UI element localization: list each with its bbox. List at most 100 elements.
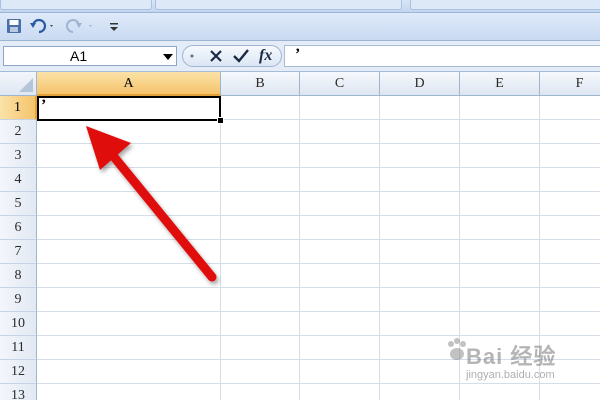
cell-d6[interactable] bbox=[380, 216, 460, 240]
cell-a2[interactable] bbox=[37, 120, 221, 144]
cell-f4[interactable] bbox=[540, 168, 600, 192]
ribbon-tab-3[interactable] bbox=[410, 0, 600, 10]
row-header-11[interactable]: 11 bbox=[0, 336, 37, 360]
resize-handle-icon[interactable] bbox=[187, 50, 197, 62]
cell-e4[interactable] bbox=[460, 168, 540, 192]
row-header-10[interactable]: 10 bbox=[0, 312, 37, 336]
cell-f2[interactable] bbox=[540, 120, 600, 144]
cell-d1[interactable] bbox=[380, 96, 460, 120]
cell-b5[interactable] bbox=[221, 192, 300, 216]
cell-a5[interactable] bbox=[37, 192, 221, 216]
cell-b11[interactable] bbox=[221, 336, 300, 360]
cell-a10[interactable] bbox=[37, 312, 221, 336]
cell-e2[interactable] bbox=[460, 120, 540, 144]
row-header-4[interactable]: 4 bbox=[0, 168, 37, 192]
column-header-f[interactable]: F bbox=[540, 72, 600, 96]
cell-f3[interactable] bbox=[540, 144, 600, 168]
row-header-12[interactable]: 12 bbox=[0, 360, 37, 384]
cell-e7[interactable] bbox=[460, 240, 540, 264]
row-header-8[interactable]: 8 bbox=[0, 264, 37, 288]
cell-b8[interactable] bbox=[221, 264, 300, 288]
row-header-13[interactable]: 13 bbox=[0, 384, 37, 400]
cell-b3[interactable] bbox=[221, 144, 300, 168]
cell-f7[interactable] bbox=[540, 240, 600, 264]
cell-e8[interactable] bbox=[460, 264, 540, 288]
cell-a6[interactable] bbox=[37, 216, 221, 240]
cell-b10[interactable] bbox=[221, 312, 300, 336]
cell-e1[interactable] bbox=[460, 96, 540, 120]
cell-d3[interactable] bbox=[380, 144, 460, 168]
ribbon-tab-1[interactable] bbox=[0, 0, 152, 10]
cell-d5[interactable] bbox=[380, 192, 460, 216]
cell-a13[interactable] bbox=[37, 384, 221, 400]
cell-c7[interactable] bbox=[300, 240, 380, 264]
cell-b2[interactable] bbox=[221, 120, 300, 144]
cell-c8[interactable] bbox=[300, 264, 380, 288]
cell-e9[interactable] bbox=[460, 288, 540, 312]
cell-f8[interactable] bbox=[540, 264, 600, 288]
cell-c13[interactable] bbox=[300, 384, 380, 400]
cell-d2[interactable] bbox=[380, 120, 460, 144]
select-all-corner[interactable] bbox=[0, 72, 37, 96]
cell-b12[interactable] bbox=[221, 360, 300, 384]
cell-c10[interactable] bbox=[300, 312, 380, 336]
cell-a11[interactable] bbox=[37, 336, 221, 360]
cell-e5[interactable] bbox=[460, 192, 540, 216]
cell-b9[interactable] bbox=[221, 288, 300, 312]
save-icon[interactable] bbox=[6, 18, 22, 34]
insert-function-button[interactable]: fx bbox=[259, 47, 272, 65]
redo-icon[interactable] bbox=[66, 18, 96, 34]
cell-c5[interactable] bbox=[300, 192, 380, 216]
cell-d4[interactable] bbox=[380, 168, 460, 192]
fill-handle[interactable] bbox=[217, 117, 224, 124]
cell-d8[interactable] bbox=[380, 264, 460, 288]
cell-d7[interactable] bbox=[380, 240, 460, 264]
row-header-5[interactable]: 5 bbox=[0, 192, 37, 216]
cell-a4[interactable] bbox=[37, 168, 221, 192]
cell-b1[interactable] bbox=[221, 96, 300, 120]
column-header-a[interactable]: A bbox=[37, 72, 221, 96]
row-header-1[interactable]: 1 bbox=[0, 96, 37, 120]
cell-f5[interactable] bbox=[540, 192, 600, 216]
cell-a3[interactable] bbox=[37, 144, 221, 168]
cell-c6[interactable] bbox=[300, 216, 380, 240]
formula-input[interactable]: ’ bbox=[284, 45, 600, 67]
active-cell-a1[interactable]: ’ bbox=[37, 96, 221, 121]
cell-f1[interactable] bbox=[540, 96, 600, 120]
column-header-c[interactable]: C bbox=[300, 72, 380, 96]
cell-f9[interactable] bbox=[540, 288, 600, 312]
cell-c12[interactable] bbox=[300, 360, 380, 384]
row-header-3[interactable]: 3 bbox=[0, 144, 37, 168]
row-header-7[interactable]: 7 bbox=[0, 240, 37, 264]
cell-b7[interactable] bbox=[221, 240, 300, 264]
cell-b13[interactable] bbox=[221, 384, 300, 400]
column-header-e[interactable]: E bbox=[460, 72, 540, 96]
cell-e6[interactable] bbox=[460, 216, 540, 240]
cell-f6[interactable] bbox=[540, 216, 600, 240]
name-box-dropdown-icon[interactable] bbox=[163, 54, 173, 60]
column-header-b[interactable]: B bbox=[221, 72, 300, 96]
undo-icon[interactable] bbox=[30, 18, 56, 34]
customize-qat-icon[interactable] bbox=[108, 18, 120, 34]
cell-c3[interactable] bbox=[300, 144, 380, 168]
cell-c4[interactable] bbox=[300, 168, 380, 192]
cell-c9[interactable] bbox=[300, 288, 380, 312]
row-header-9[interactable]: 9 bbox=[0, 288, 37, 312]
cell-c1[interactable] bbox=[300, 96, 380, 120]
name-box[interactable]: A1 bbox=[3, 46, 177, 66]
cell-c2[interactable] bbox=[300, 120, 380, 144]
row-header-6[interactable]: 6 bbox=[0, 216, 37, 240]
cancel-icon[interactable] bbox=[209, 49, 223, 63]
cell-a12[interactable] bbox=[37, 360, 221, 384]
cell-a7[interactable] bbox=[37, 240, 221, 264]
check-icon[interactable] bbox=[233, 49, 249, 63]
row-header-2[interactable]: 2 bbox=[0, 120, 37, 144]
cell-d9[interactable] bbox=[380, 288, 460, 312]
cell-c11[interactable] bbox=[300, 336, 380, 360]
cell-a9[interactable] bbox=[37, 288, 221, 312]
cell-e3[interactable] bbox=[460, 144, 540, 168]
cell-b6[interactable] bbox=[221, 216, 300, 240]
cell-a8[interactable] bbox=[37, 264, 221, 288]
column-header-d[interactable]: D bbox=[380, 72, 460, 96]
ribbon-tab-2[interactable] bbox=[155, 0, 402, 10]
